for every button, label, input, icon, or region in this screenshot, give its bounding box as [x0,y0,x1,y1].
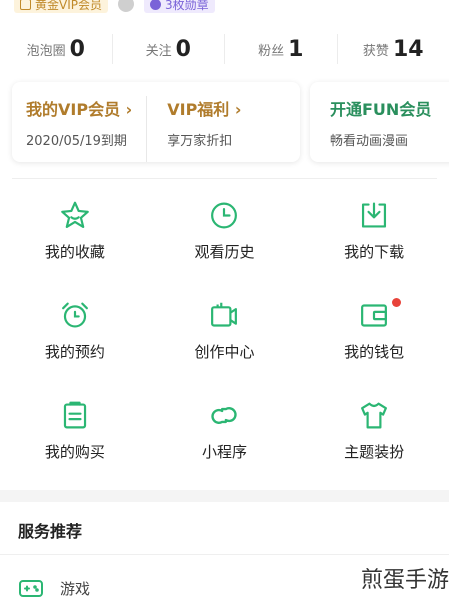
divider [12,178,437,179]
vip-welfare-sub: 享万家折扣 [167,134,233,149]
stat-following[interactable]: 关注 0 [113,34,225,64]
download-icon [362,202,387,228]
stat-label: 泡泡圈 [26,43,66,59]
grid-item-label: 我的预约 [44,343,105,361]
stat-label: 粉丝 [258,43,285,59]
vip-badge[interactable]: 黄金VIP会员 [14,0,108,13]
wallet-icon [361,304,388,327]
grid-item-label: 创作中心 [194,343,255,361]
link-icon [211,407,238,424]
fun-vip-entry: 开通FUN会员 畅看动画漫画 [310,96,445,162]
vip-icon [20,0,31,10]
alarm-icon [61,302,88,328]
clipboard-icon [63,401,86,429]
stat-followers[interactable]: 粉丝 1 [225,34,338,64]
divider [0,554,449,555]
stat-label: 关注 [145,43,172,59]
stat-value: 0 [175,36,191,62]
vip-card-row: 我的VIP会员 › 2020/05/19到期 VIP福利 › 享万家折扣 开通F… [12,82,449,162]
my-vip-title: 我的VIP会员 › [26,100,133,119]
vip-card: 我的VIP会员 › 2020/05/19到期 VIP福利 › 享万家折扣 [12,82,300,162]
camera-icon [211,302,238,327]
grid-item-label: 小程序 [201,443,247,461]
my-vip-expiry: 2020/05/19到期 [26,134,127,149]
my-vip-entry[interactable]: 我的VIP会员 › 2020/05/19到期 [12,96,146,162]
vip-welfare-entry[interactable]: VIP福利 › 享万家折扣 [146,96,255,162]
stats-row: 泡泡圈 0 关注 0 粉丝 1 获赞 14 [0,34,449,64]
gamepad-icon [19,580,43,597]
vip-welfare-title: VIP福利 › [167,100,242,119]
feature-grid: 我的收藏 观看历史 我的下载 我的预约 创作中心 我的钱包 我的购买 小程序 主… [0,200,449,462]
service-label: 游戏 [60,579,91,598]
notification-dot [392,298,402,307]
grid-item-themes[interactable]: 主题装扮 [299,400,449,462]
grid-item-history[interactable]: 观看历史 [150,200,300,262]
grid-item-label: 我的钱包 [344,343,405,361]
stat-likes[interactable]: 获赞 14 [338,34,449,64]
medal-icon [150,0,161,10]
vip-badge-label: 黄金VIP会员 [35,0,102,12]
section-separator [0,490,449,502]
badge-row: 黄金VIP会员 3枚勋章 [14,0,215,14]
stat-value: 0 [69,36,85,62]
stat-label: 获赞 [362,43,389,59]
service-item-games[interactable]: 游戏 [18,575,90,600]
grid-item-purchases[interactable]: 我的购买 [0,400,150,462]
star-icon [60,201,89,228]
stat-value: 14 [392,36,424,62]
grid-item-label: 我的购买 [44,443,105,461]
fun-vip-card[interactable]: 开通FUN会员 畅看动画漫画 [310,82,449,162]
grid-item-favorites[interactable]: 我的收藏 [0,200,150,262]
fun-vip-sub: 畅看动画漫画 [330,134,409,149]
grid-item-downloads[interactable]: 我的下载 [299,200,449,262]
grid-item-label: 我的下载 [344,243,405,261]
stat-bubble-circle[interactable]: 泡泡圈 0 [0,34,113,64]
fun-vip-title: 开通FUN会员 [330,100,432,119]
grid-item-label: 观看历史 [194,243,255,261]
grid-item-creator-center[interactable]: 创作中心 [150,300,300,362]
services-title: 服务推荐 [18,522,83,541]
watermark: 煎蛋手游 [360,568,449,593]
medal-badge[interactable]: 3枚勋章 [144,0,215,13]
verified-icon[interactable] [118,0,134,12]
medal-badge-label: 3枚勋章 [165,0,209,12]
stat-value: 1 [288,36,304,62]
grid-item-reservations[interactable]: 我的预约 [0,300,150,362]
grid-item-wallet[interactable]: 我的钱包 [299,298,449,362]
clock-icon [211,202,238,229]
grid-item-label: 主题装扮 [344,443,405,461]
grid-item-mini-programs[interactable]: 小程序 [150,400,300,462]
grid-item-label: 我的收藏 [44,243,105,261]
tshirt-icon [361,402,388,429]
